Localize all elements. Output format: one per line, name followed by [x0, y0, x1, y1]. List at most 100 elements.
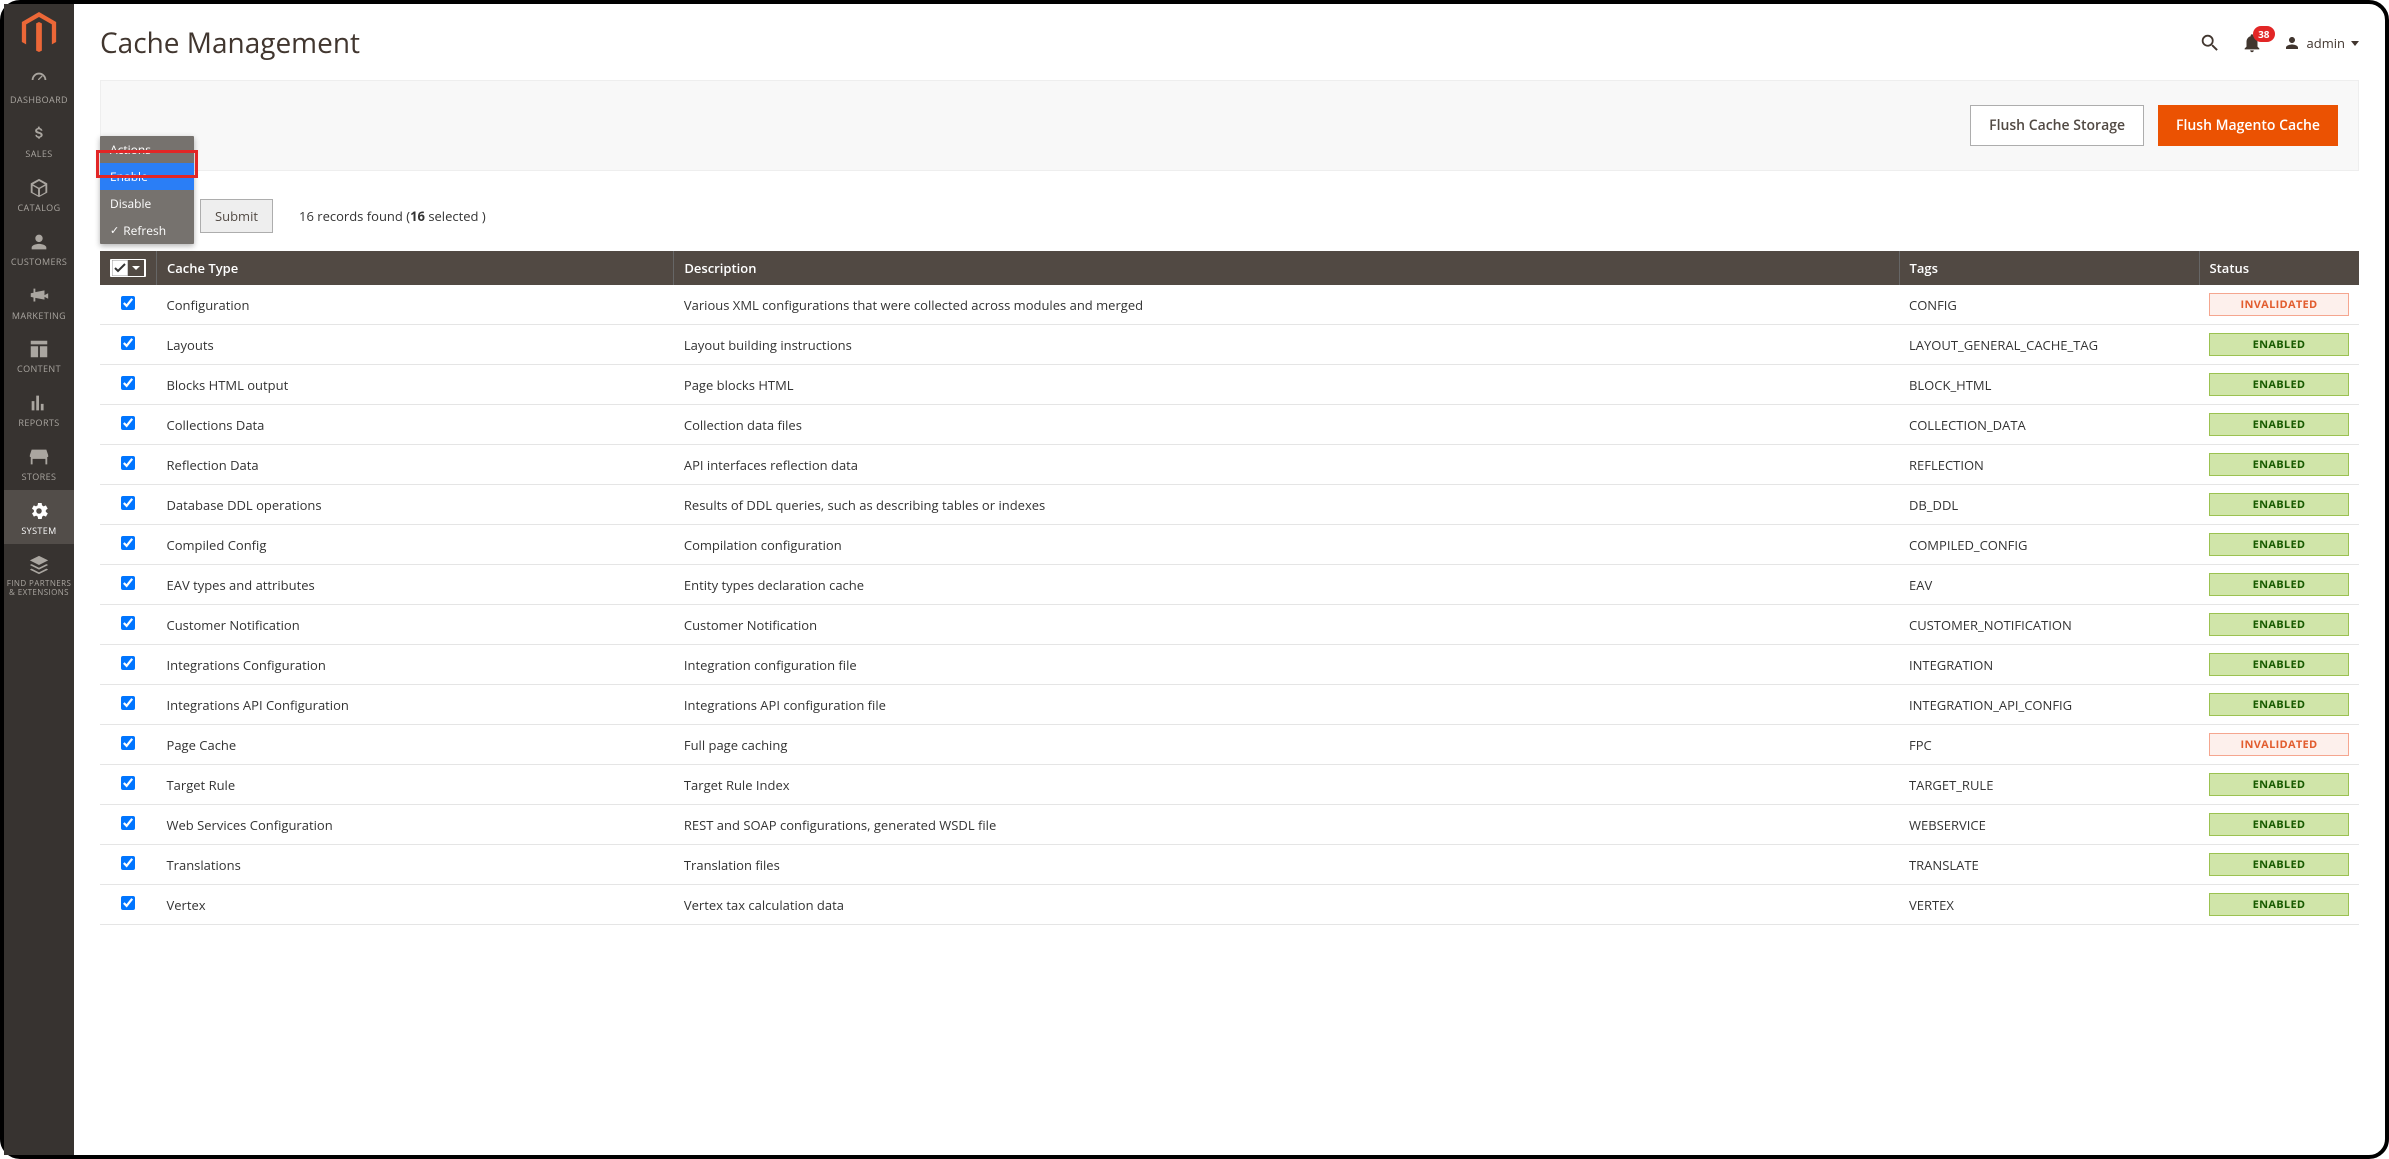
sidebar-label: SYSTEM: [21, 526, 56, 536]
cell-tags: BLOCK_HTML: [1899, 365, 2199, 405]
submit-button[interactable]: Submit: [200, 199, 273, 233]
col-cache-type[interactable]: Cache Type: [157, 251, 674, 285]
row-checkbox[interactable]: [121, 496, 135, 510]
sidebar-label: CUSTOMERS: [11, 257, 67, 267]
caret-down-icon: [2351, 41, 2359, 46]
notifications-icon[interactable]: 38: [2241, 32, 2263, 54]
status-badge: INVALIDATED: [2209, 293, 2349, 316]
table-row: Integrations API ConfigurationIntegratio…: [100, 685, 2359, 725]
actions-dropdown[interactable]: Actions EnableDisable✓Refresh: [100, 136, 194, 244]
sidebar-label: CONTENT: [17, 364, 61, 374]
store-icon: [28, 446, 50, 468]
cell-cache-type: Translations: [157, 845, 674, 885]
cell-description: Integration configuration file: [674, 645, 1899, 685]
sidebar-item-dashboard[interactable]: DASHBOARD: [4, 59, 74, 113]
cell-cache-type: Compiled Config: [157, 525, 674, 565]
row-checkbox[interactable]: [121, 736, 135, 750]
sidebar-item-marketing[interactable]: MARKETING: [4, 275, 74, 329]
status-badge: ENABLED: [2209, 693, 2349, 716]
row-checkbox[interactable]: [121, 296, 135, 310]
action-option-enable[interactable]: Enable: [100, 163, 194, 190]
col-description[interactable]: Description: [674, 251, 1899, 285]
row-checkbox[interactable]: [121, 816, 135, 830]
sidebar-item-reports[interactable]: REPORTS: [4, 382, 74, 436]
cell-description: REST and SOAP configurations, generated …: [674, 805, 1899, 845]
table-row: Page CacheFull page cachingFPC INVALIDATE…: [100, 725, 2359, 765]
sidebar-item-find-partners-extensions[interactable]: FIND PARTNERS & EXTENSIONS: [4, 544, 74, 606]
cell-cache-type: Reflection Data: [157, 445, 674, 485]
row-checkbox[interactable]: [121, 896, 135, 910]
cell-description: Full page caching: [674, 725, 1899, 765]
row-checkbox[interactable]: [121, 696, 135, 710]
cell-cache-type: Integrations API Configuration: [157, 685, 674, 725]
table-row: LayoutsLayout building instructionsLAYOU…: [100, 325, 2359, 365]
row-checkbox[interactable]: [121, 576, 135, 590]
cell-cache-type: Target Rule: [157, 765, 674, 805]
magento-logo[interactable]: [4, 4, 74, 59]
action-option-refresh[interactable]: ✓Refresh: [100, 217, 194, 244]
cell-cache-type: Integrations Configuration: [157, 645, 674, 685]
action-option-disable[interactable]: Disable: [100, 190, 194, 217]
row-checkbox[interactable]: [121, 336, 135, 350]
row-checkbox[interactable]: [121, 536, 135, 550]
cell-description: Results of DDL queries, such as describi…: [674, 485, 1899, 525]
status-badge: ENABLED: [2209, 773, 2349, 796]
row-checkbox[interactable]: [121, 616, 135, 630]
megaphone-icon: [28, 285, 50, 307]
cell-cache-type: EAV types and attributes: [157, 565, 674, 605]
table-row: TranslationsTranslation filesTRANSLATEEN…: [100, 845, 2359, 885]
cell-description: Entity types declaration cache: [674, 565, 1899, 605]
cell-tags: TRANSLATE: [1899, 845, 2199, 885]
search-icon[interactable]: [2199, 32, 2221, 54]
table-row: Database DDL operationsResults of DDL qu…: [100, 485, 2359, 525]
cell-cache-type: Database DDL operations: [157, 485, 674, 525]
sidebar-item-customers[interactable]: CUSTOMERS: [4, 221, 74, 275]
status-badge: ENABLED: [2209, 413, 2349, 436]
dropdown-caret-icon: [128, 260, 144, 276]
row-checkbox[interactable]: [121, 456, 135, 470]
row-checkbox[interactable]: [121, 776, 135, 790]
sidebar-item-catalog[interactable]: CATALOG: [4, 167, 74, 221]
col-status[interactable]: Status: [2199, 251, 2359, 285]
row-checkbox[interactable]: [121, 416, 135, 430]
status-badge: ENABLED: [2209, 813, 2349, 836]
page-actions: Flush Cache Storage Flush Magento Cache: [100, 80, 2359, 171]
sidebar-label: SALES: [25, 149, 52, 159]
col-tags[interactable]: Tags: [1899, 251, 2199, 285]
status-badge: INVALIDATED: [2209, 733, 2349, 756]
cell-cache-type: Customer Notification: [157, 605, 674, 645]
row-checkbox[interactable]: [121, 856, 135, 870]
notification-badge: 38: [2253, 26, 2274, 42]
layout-icon: [28, 338, 50, 360]
cell-cache-type: Configuration: [157, 285, 674, 325]
cell-description: Target Rule Index: [674, 765, 1899, 805]
cell-tags: FPC: [1899, 725, 2199, 765]
sidebar-item-stores[interactable]: STORES: [4, 436, 74, 490]
user-menu[interactable]: admin: [2283, 34, 2359, 52]
sidebar-item-system[interactable]: SYSTEM: [4, 490, 74, 544]
cell-cache-type: Vertex: [157, 885, 674, 925]
flush-magento-cache-button[interactable]: Flush Magento Cache: [2158, 105, 2338, 146]
sidebar-item-content[interactable]: CONTENT: [4, 328, 74, 382]
row-checkbox[interactable]: [121, 376, 135, 390]
cell-tags: VERTEX: [1899, 885, 2199, 925]
sidebar-label: MARKETING: [12, 311, 66, 321]
stack-icon: [28, 554, 50, 576]
select-all-header[interactable]: [100, 251, 157, 285]
table-row: Web Services ConfigurationREST and SOAP …: [100, 805, 2359, 845]
cell-description: Layout building instructions: [674, 325, 1899, 365]
dollar-icon: [28, 123, 50, 145]
sidebar-label: DASHBOARD: [10, 95, 68, 105]
sidebar-item-sales[interactable]: SALES: [4, 113, 74, 167]
main-content: Cache Management 38 admin Flush Cache St…: [74, 4, 2385, 1155]
cell-tags: LAYOUT_GENERAL_CACHE_TAG: [1899, 325, 2199, 365]
table-row: Blocks HTML outputPage blocks HTMLBLOCK_…: [100, 365, 2359, 405]
cell-cache-type: Page Cache: [157, 725, 674, 765]
table-row: Reflection DataAPI interfaces reflection…: [100, 445, 2359, 485]
row-checkbox[interactable]: [121, 656, 135, 670]
records-found-text: 16 records found (16 selected ): [299, 207, 486, 225]
cell-tags: TARGET_RULE: [1899, 765, 2199, 805]
flush-cache-storage-button[interactable]: Flush Cache Storage: [1970, 105, 2144, 146]
status-badge: ENABLED: [2209, 493, 2349, 516]
status-badge: ENABLED: [2209, 853, 2349, 876]
